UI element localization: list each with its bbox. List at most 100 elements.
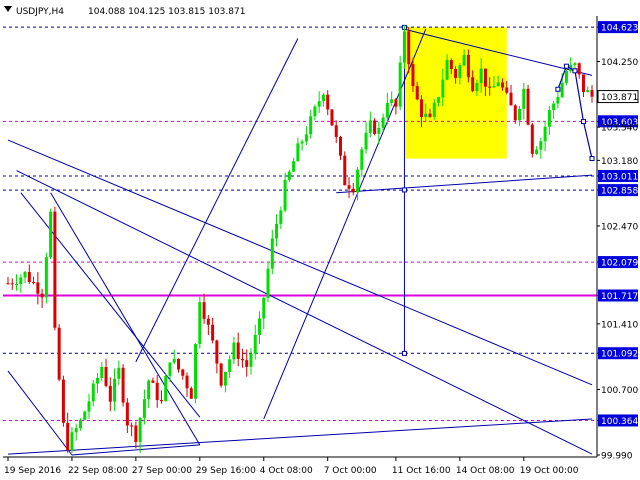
ohlc-values: 104.088 104.125 103.815 103.871 xyxy=(88,7,245,17)
candle-body xyxy=(44,257,48,298)
x-tick-label: 27 Sep 00:00 xyxy=(132,466,192,476)
candle-body xyxy=(49,211,53,258)
candle-body xyxy=(159,400,163,402)
candle-body xyxy=(424,113,428,117)
candle-body xyxy=(326,94,330,110)
candle-body xyxy=(368,120,372,133)
candle-body xyxy=(462,54,466,66)
candle-body xyxy=(479,68,483,84)
symbol-label: USDJPY,H4 xyxy=(16,7,64,17)
y-tick-label: 103.011 xyxy=(601,172,638,182)
x-tick-label: 7 Oct 00:00 xyxy=(324,466,377,476)
candle-body xyxy=(172,358,176,363)
forecast-point xyxy=(580,119,586,125)
candle-body xyxy=(415,86,419,100)
candle-body xyxy=(57,327,61,380)
candle-body xyxy=(411,64,415,87)
candle-body xyxy=(70,432,74,451)
candle-body xyxy=(590,90,594,97)
x-tick-label: 29 Sep 16:00 xyxy=(196,466,256,476)
candle-body xyxy=(32,282,36,284)
candle-body xyxy=(104,366,108,386)
candle-body xyxy=(78,419,82,429)
candle-body xyxy=(296,143,300,162)
candle-body xyxy=(130,425,134,427)
candle-body xyxy=(449,60,453,69)
candle-body xyxy=(338,136,342,156)
candle-body xyxy=(19,277,23,285)
candle-body xyxy=(262,297,266,319)
y-tick-label: 100.700 xyxy=(601,386,638,396)
candle-body xyxy=(526,88,530,125)
x-tick-label: 19 Oct 00:00 xyxy=(520,466,579,476)
candle-body xyxy=(539,141,543,150)
candle-body xyxy=(377,127,381,134)
candle-body xyxy=(513,105,517,121)
x-tick-label: 19 Sep 2016 xyxy=(4,466,61,476)
candle-body xyxy=(347,185,351,189)
candle-body xyxy=(560,82,564,98)
candle-body xyxy=(573,63,577,65)
candle-body xyxy=(360,149,364,170)
y-tick-label: 102.858 xyxy=(601,187,638,197)
candle-body xyxy=(428,113,432,117)
candle-body xyxy=(117,367,121,379)
candle-body xyxy=(91,383,95,402)
x-tick-label: 14 Oct 08:00 xyxy=(456,466,515,476)
candle-body xyxy=(330,109,334,126)
candle-body xyxy=(6,283,10,285)
x-tick-label: 22 Sep 08:00 xyxy=(68,466,128,476)
candle-body xyxy=(66,422,70,451)
candle-body xyxy=(185,375,189,389)
candle-body xyxy=(258,318,262,335)
candle-body xyxy=(466,54,470,78)
x-tick-label: 11 Oct 16:00 xyxy=(392,466,451,476)
candle-body xyxy=(454,68,458,78)
candle-body xyxy=(87,401,91,412)
candle-body xyxy=(232,342,236,360)
plot-background xyxy=(0,0,640,480)
candle-body xyxy=(96,377,100,384)
candle-body xyxy=(530,124,534,154)
candle-body xyxy=(219,363,223,386)
candle-body xyxy=(309,116,313,135)
y-tick-label: 103.180 xyxy=(601,157,638,167)
y-tick-label: 101.717 xyxy=(601,292,638,302)
candle-body xyxy=(581,74,585,93)
candle-body xyxy=(275,223,279,239)
candle-body xyxy=(283,179,287,211)
candle-body xyxy=(488,86,492,88)
forecast-point xyxy=(563,63,569,69)
candle-body xyxy=(181,369,185,376)
candle-body xyxy=(74,428,78,433)
candle-body xyxy=(321,94,325,102)
candle-body xyxy=(138,417,142,442)
candle-body xyxy=(245,360,249,367)
candle-body xyxy=(441,79,445,98)
candle-body xyxy=(492,86,496,88)
candle-body xyxy=(522,88,526,109)
candle-body xyxy=(394,99,398,107)
y-tick-label: 101.410 xyxy=(601,320,638,330)
candle-body xyxy=(381,117,385,128)
price-chart[interactable]: 104.623104.250103.871103.603103.540103.1… xyxy=(0,0,640,480)
candle-body xyxy=(313,106,317,117)
candle-body xyxy=(577,63,581,75)
candle-body xyxy=(249,353,253,367)
candle-body xyxy=(343,155,347,186)
candle-body xyxy=(535,149,539,154)
candle-body xyxy=(113,378,117,402)
candle-body xyxy=(547,110,551,127)
candle-body xyxy=(202,302,206,319)
candle-body xyxy=(445,60,449,80)
y-tick-label: 99.990 xyxy=(601,452,633,462)
candle-body xyxy=(373,120,377,134)
candle-body xyxy=(304,134,308,142)
anchor-point xyxy=(401,187,407,193)
candle-body xyxy=(27,271,31,283)
candle-body xyxy=(437,97,441,103)
candle-body xyxy=(194,343,198,399)
candle-body xyxy=(40,293,44,298)
candle-body xyxy=(151,380,155,383)
y-tick-label: 103.540 xyxy=(601,124,638,134)
